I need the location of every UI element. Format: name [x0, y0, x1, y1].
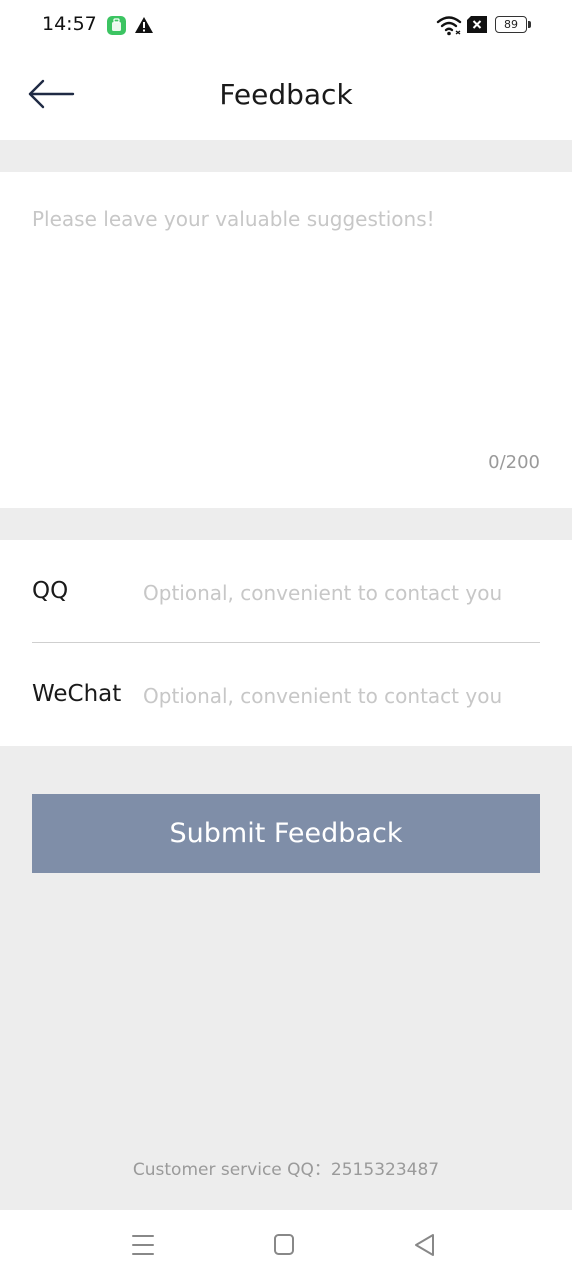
qq-label: QQ [32, 578, 69, 604]
home-square-icon [274, 1234, 294, 1255]
page-title: Feedback [219, 78, 353, 111]
qq-input[interactable] [143, 573, 540, 613]
contact-divider [32, 642, 540, 643]
battery-level: 89 [504, 18, 518, 31]
battery-cap [528, 21, 531, 28]
nav-home-button[interactable] [267, 1229, 301, 1261]
nav-menu-button[interactable] [126, 1229, 160, 1261]
app-notification-icon [107, 16, 126, 35]
warning-icon [134, 15, 154, 35]
nav-back-button[interactable] [407, 1229, 441, 1261]
status-time: 14:57 [42, 13, 97, 35]
customer-service-text: Customer service QQ：2515323487 [132, 1160, 440, 1180]
wifi-icon [436, 14, 462, 36]
menu-icon [132, 1235, 154, 1255]
wechat-input[interactable] [143, 676, 540, 716]
feedback-textarea[interactable] [32, 198, 540, 444]
character-counter: 0/200 [488, 452, 540, 473]
no-sim-icon [467, 16, 487, 33]
submit-feedback-button[interactable]: Submit Feedback [32, 794, 540, 873]
wechat-label: WeChat [32, 681, 122, 707]
back-triangle-icon [415, 1234, 434, 1256]
